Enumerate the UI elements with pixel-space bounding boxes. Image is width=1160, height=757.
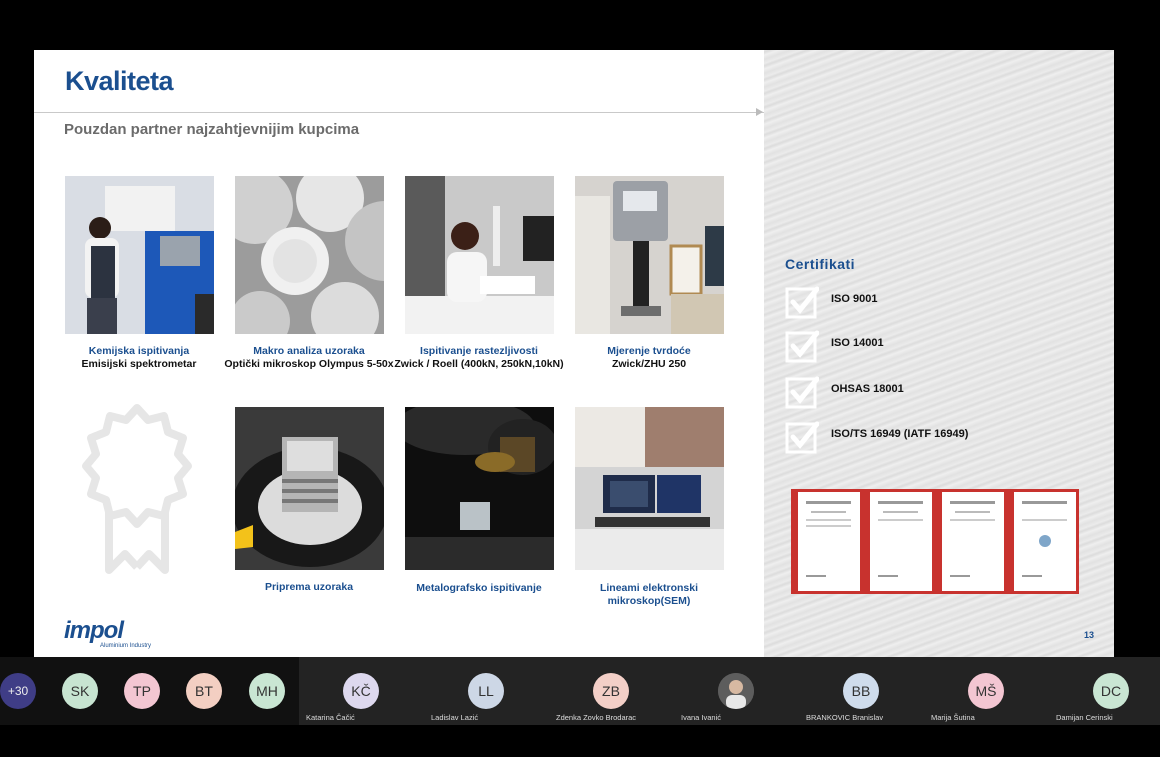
- photo-hardness-tester: [575, 176, 724, 334]
- participant-name: Katarina Čačić: [306, 713, 355, 722]
- cert-item-iso9001: ISO 9001: [785, 285, 1045, 319]
- avatar: BB: [843, 673, 879, 709]
- slide-title: Kvaliteta: [65, 66, 174, 96]
- avatar: ZB: [593, 673, 629, 709]
- avatar: MH: [249, 673, 285, 709]
- participant-tile-ll[interactable]: LL Ladislav Lazić: [424, 657, 550, 725]
- cert-item-isots: ISO/TS 16949 (IATF 16949): [785, 420, 1045, 454]
- presentation-slide: Kvaliteta Pouzdan partner najzahtjevniji…: [34, 50, 1114, 657]
- participant-name: Ivana Ivanić: [681, 713, 722, 722]
- certificates-heading: Certifikati: [785, 256, 856, 272]
- photo-macro-samples: [235, 176, 384, 334]
- avatar: TP: [124, 673, 160, 709]
- award-ribbon-icon: [75, 402, 199, 577]
- participant-tile-zb[interactable]: ZB Zdenka Zovko Brodarac: [549, 657, 675, 725]
- participant-tp[interactable]: TP: [124, 657, 186, 725]
- photo-tensile-test: [405, 176, 554, 334]
- divider-arrow: [756, 108, 763, 116]
- participant-name: Ladislav Lazić: [431, 713, 479, 722]
- participant-tile-kc[interactable]: KČ Katarina Čačić: [299, 657, 425, 725]
- avatar: BT: [186, 673, 222, 709]
- avatar: KČ: [343, 673, 379, 709]
- caption-macro: Makro analiza uzoraka Optički mikroskop …: [224, 345, 394, 370]
- caption-chemical: Kemijska ispitivanja Emisijski spektrome…: [81, 345, 197, 370]
- avatar: LL: [468, 673, 504, 709]
- avatar: DC: [1093, 673, 1129, 709]
- page-number: 13: [1084, 630, 1095, 640]
- photo-spectrometer: [65, 176, 214, 334]
- checkbox-check-icon: [785, 286, 819, 319]
- caption-sem: Lineami elektronski mikroskop(SEM): [599, 582, 699, 607]
- participant-name: Zdenka Zovko Brodarac: [556, 713, 637, 722]
- participant-tile-ii[interactable]: Ivana Ivanić: [674, 657, 800, 725]
- more-participants-button[interactable]: +30: [0, 657, 62, 725]
- photo-sample-prep: [235, 407, 384, 570]
- participant-bt[interactable]: BT: [186, 657, 248, 725]
- participant-tile-ms[interactable]: MŠ Marija Šutina: [924, 657, 1050, 725]
- photo-metallography: [405, 407, 554, 570]
- participant-sk[interactable]: SK: [62, 657, 124, 725]
- participant-name: Marija Šutina: [931, 713, 975, 722]
- impol-logo: impol Aluminium Industry: [64, 617, 152, 649]
- cert-item-iso14001: ISO 14001: [785, 329, 1045, 363]
- participants-strip: +30 SK TP BT MH KČ Katarina Čačić LL Lad…: [0, 657, 1160, 725]
- caption-hardness: Mjerenje tvrdoće Zwick/ZHU 250: [607, 345, 691, 370]
- photo-sem: [575, 407, 724, 570]
- caption-sample-prep: Priprema uzoraka: [264, 581, 354, 593]
- avatar: MŠ: [968, 673, 1004, 709]
- checkbox-check-icon: [785, 330, 819, 363]
- avatar: SK: [62, 673, 98, 709]
- participant-tile-dc[interactable]: DC Damijan Cerinski: [1049, 657, 1160, 725]
- participant-name: Damijan Cerinski: [1056, 713, 1113, 722]
- cert-item-ohsas: OHSAS 18001: [785, 375, 1045, 409]
- checkbox-check-icon: [785, 376, 819, 409]
- certificate-documents: [791, 489, 1079, 594]
- caption-tensile: Ispitivanje rastezljivosti Zwick / Roell…: [394, 345, 564, 370]
- title-divider: [34, 112, 764, 113]
- participant-name: BRANKOVIC Branislav: [806, 713, 884, 722]
- caption-metallography: Metalografsko ispitivanje: [416, 582, 542, 594]
- participant-tile-bb[interactable]: BB BRANKOVIC Branislav: [799, 657, 925, 725]
- checkbox-check-icon: [785, 421, 819, 454]
- slide-subtitle: Pouzdan partner najzahtjevnijim kupcima: [64, 121, 360, 138]
- avatar-photo: [718, 673, 754, 709]
